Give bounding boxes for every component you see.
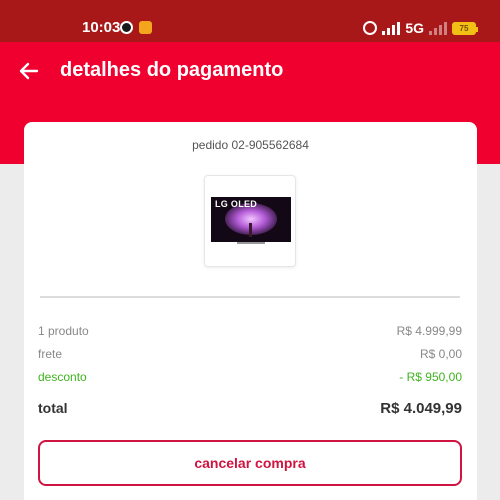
status-indicators: 5G 75	[363, 19, 478, 37]
battery-icon: 75	[452, 21, 478, 35]
items-label: 1 produto	[38, 324, 89, 338]
total-row: total R$ 4.049,99	[38, 400, 462, 417]
order-id: pedido 02-905562684	[192, 138, 309, 152]
status-time: 10:03	[82, 19, 121, 36]
total-label: total	[38, 400, 68, 416]
signal-bars-secondary-icon	[429, 21, 447, 35]
page-title: detalhes do pagamento	[60, 59, 284, 81]
divider	[40, 296, 460, 298]
items-value: R$ 4.999,99	[396, 324, 462, 338]
shipping-value: R$ 0,00	[419, 347, 462, 361]
cancel-purchase-button[interactable]: cancelar compra	[38, 440, 462, 486]
product-image[interactable]: LG OLED	[204, 175, 296, 267]
shipping-label: frete	[38, 347, 63, 361]
signal-bars-icon	[382, 21, 401, 35]
discount-row: desconto - R$ 950,00	[38, 370, 462, 384]
product-brand-text: LG OLED	[215, 199, 258, 209]
network-type: 5G	[405, 20, 424, 36]
payment-details-card: pedido 02-905562684 LG OLED 1 produto R$…	[24, 122, 477, 500]
whatsapp-icon	[120, 21, 133, 34]
arrow-left-icon[interactable]	[16, 58, 42, 84]
items-row: 1 produto R$ 4.999,99	[38, 324, 462, 338]
battery-level: 75	[459, 23, 469, 33]
total-value: R$ 4.049,99	[380, 400, 462, 417]
shipping-row: frete R$ 0,00	[38, 347, 462, 361]
notification-app-icon	[139, 21, 152, 34]
discount-label: desconto	[38, 370, 87, 384]
discount-value: - R$ 950,00	[399, 370, 462, 384]
status-bar: 10:03 5G 75	[0, 0, 500, 42]
alarm-icon	[363, 21, 378, 35]
